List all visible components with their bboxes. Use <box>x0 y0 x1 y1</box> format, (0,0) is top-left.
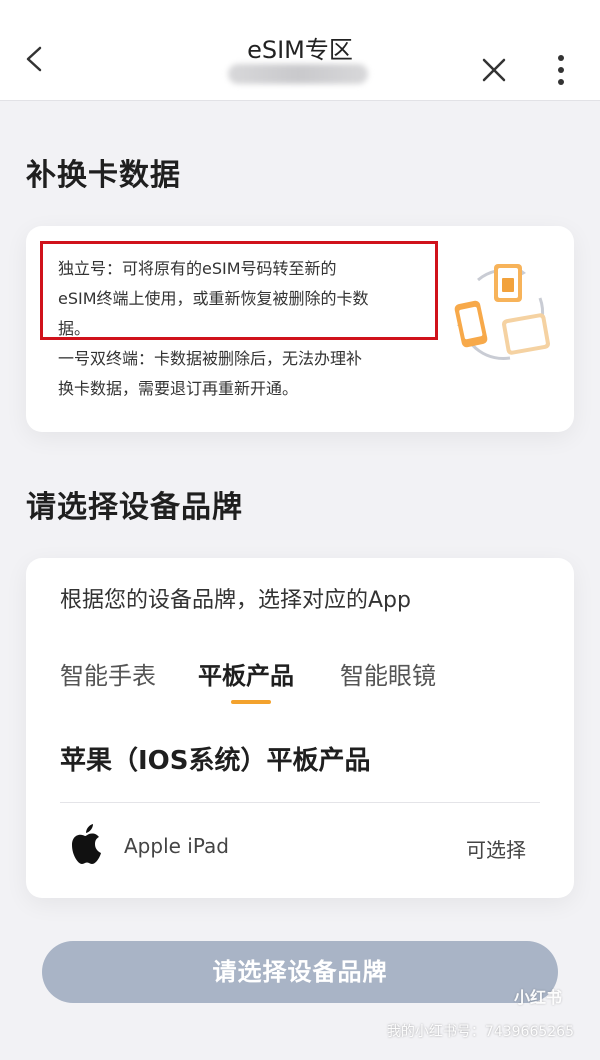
active-tab-indicator <box>231 700 271 704</box>
watermark-id: 我的小红书号：7439665265 <box>386 1024 574 1040</box>
divider <box>60 802 540 803</box>
os-category-title: 苹果（IOS系统）平板产品 <box>60 746 371 776</box>
blurred-subtitle <box>228 64 368 84</box>
annotation-highlight-box <box>40 241 438 340</box>
device-status: 可选择 <box>466 838 526 862</box>
info-line: 换卡数据，需要退订再重新开通。 <box>58 379 299 398</box>
top-nav-bar: eSIM专区 <box>0 0 600 101</box>
close-icon[interactable] <box>480 56 508 84</box>
section-title-replace-card: 补换卡数据 <box>26 158 181 193</box>
info-line: 一号双终端：卡数据被删除后，无法办理补 <box>58 349 363 368</box>
more-vertical-icon[interactable] <box>553 52 569 88</box>
page-title: eSIM专区 <box>247 36 353 64</box>
tab-tablet[interactable]: 平板产品 <box>198 656 294 691</box>
section-title-choose-brand: 请选择设备品牌 <box>26 490 243 525</box>
apple-logo-icon <box>72 824 101 864</box>
device-name: Apple iPad <box>124 834 229 858</box>
sim-transfer-illustration <box>454 264 550 360</box>
device-option-apple-ipad[interactable]: Apple iPad 可选择 <box>60 820 540 874</box>
device-type-tabs: 智能手表 平板产品 智能眼镜 <box>60 656 550 706</box>
brand-card: 根据您的设备品牌，选择对应的App 智能手表 平板产品 智能眼镜 苹果（IOS系… <box>26 558 574 898</box>
choose-brand-button[interactable]: 请选择设备品牌 <box>42 941 558 1003</box>
watermark-logo: 小红书 <box>513 988 562 1007</box>
tab-smart-watch[interactable]: 智能手表 <box>60 656 156 691</box>
brand-hint-text: 根据您的设备品牌，选择对应的App <box>60 588 411 613</box>
tab-smart-glasses[interactable]: 智能眼镜 <box>340 656 436 691</box>
